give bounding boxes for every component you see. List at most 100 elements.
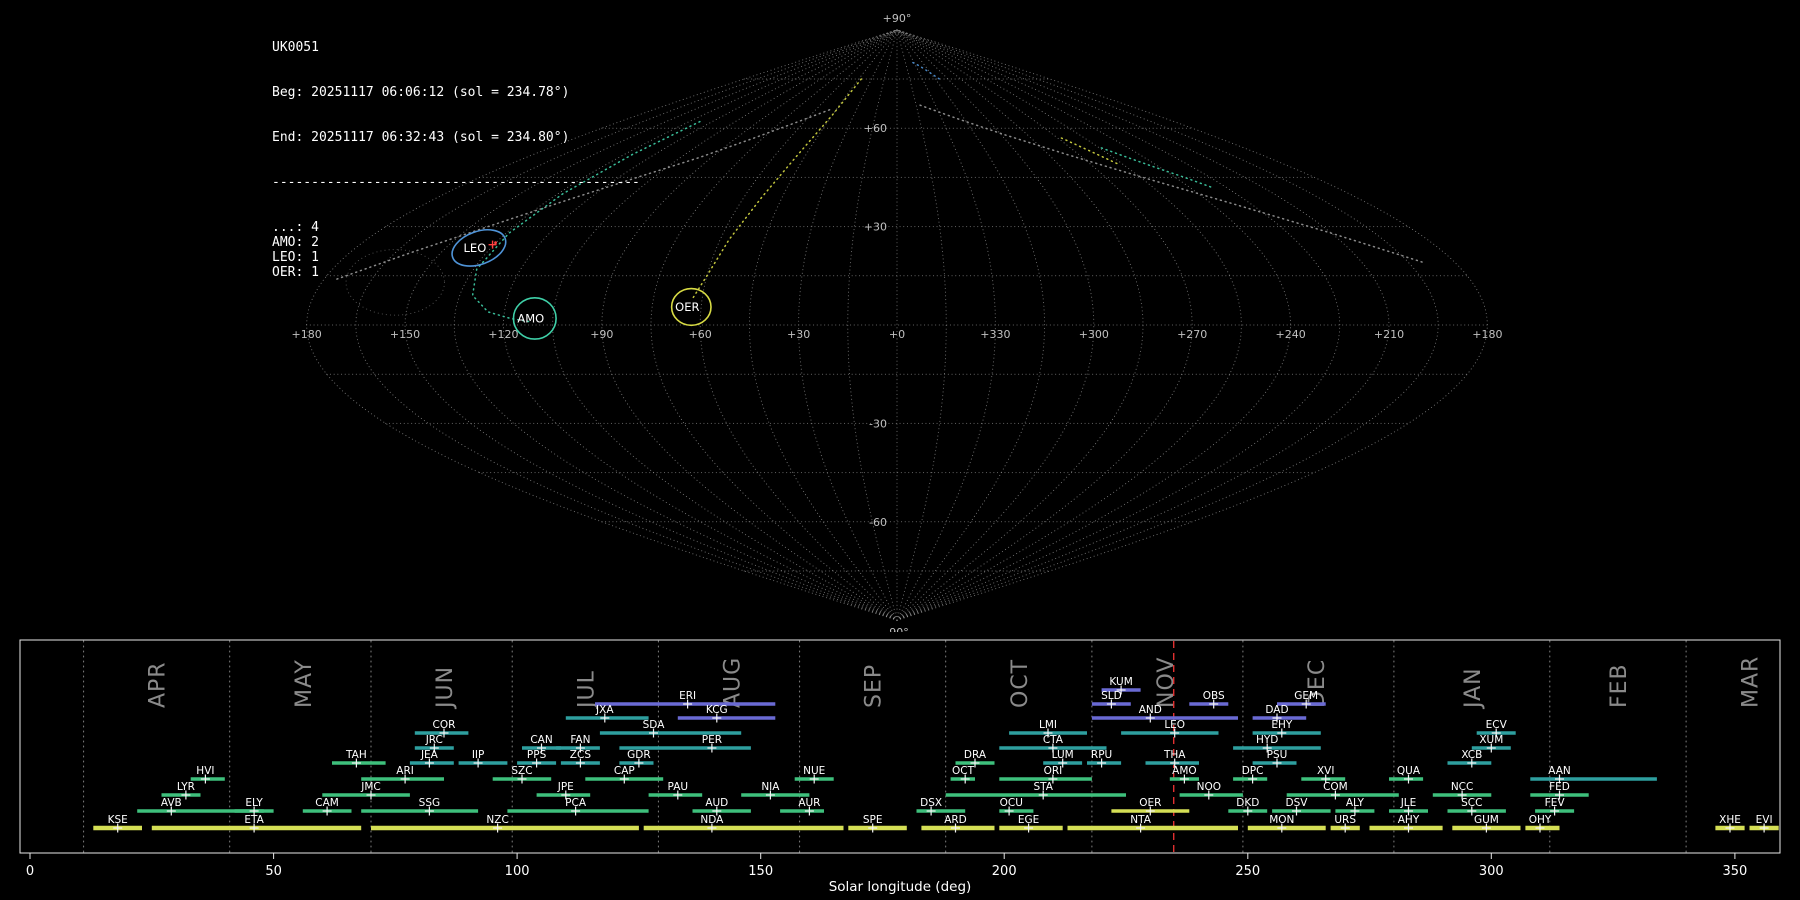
month-label-NOV: NOV [1154, 657, 1179, 708]
end-time: End: 20251117 06:32:43 (sol = 234.80°) [272, 130, 570, 145]
shower-label-CAP: CAP [614, 765, 635, 777]
month-label-OCT: OCT [1008, 659, 1033, 708]
shower-label-NUE: NUE [803, 765, 825, 777]
track-oer [691, 78, 863, 300]
shower-label-SSG: SSG [419, 797, 440, 809]
shower-label-DSX: DSX [920, 797, 942, 809]
shower-label-STA: STA [1033, 781, 1053, 793]
shower-label-DKD: DKD [1236, 797, 1259, 809]
shower-label-JRC: JRC [425, 734, 443, 746]
x-tick-label: 50 [265, 864, 282, 879]
shower-label-JPE: JPE [557, 781, 574, 793]
shower-label-SCC: SCC [1461, 797, 1482, 809]
shower-label-NOO: NOO [1197, 781, 1221, 793]
shower-label-OHY: OHY [1529, 814, 1552, 826]
shower-label-LMI: LMI [1039, 719, 1057, 731]
x-tick-label: 200 [992, 864, 1017, 879]
lon-tick-label: +180 [291, 328, 321, 341]
shower-label-AMO: AMO [1172, 765, 1197, 777]
shower-label-DAD: DAD [1265, 704, 1288, 716]
shower-label-GEM: GEM [1294, 690, 1318, 702]
shower-label-PER: PER [702, 734, 722, 746]
shower-label-NDA: NDA [700, 814, 724, 826]
shower-label-AVB: AVB [161, 797, 182, 809]
shower-label-JMC: JMC [360, 781, 381, 793]
lat-tick-label: -30 [869, 417, 887, 430]
shower-label-NTA: NTA [1130, 814, 1151, 826]
lat-tick-label: -60 [869, 516, 887, 529]
shower-label-TAH: TAH [345, 749, 367, 761]
timeline-frame [19, 639, 1781, 854]
shower-label-CTA: CTA [1043, 734, 1064, 746]
shower-label-JXA: JXA [595, 704, 614, 716]
shower-label-HYD: HYD [1256, 734, 1278, 746]
month-label-JAN: JAN [1461, 667, 1486, 710]
graticule-meridian [896, 29, 1488, 621]
shower-label-GUM: GUM [1474, 814, 1499, 826]
shower-label-OER: OER [1139, 797, 1161, 809]
shower-label-ALY: ALY [1346, 797, 1365, 809]
x-tick-label: 250 [1235, 864, 1260, 879]
count-line: ...: 4 [272, 220, 319, 235]
shower-label-SZC: SZC [511, 765, 532, 777]
shower-label-AND: AND [1139, 704, 1162, 716]
shower-label-FAN: FAN [570, 734, 590, 746]
shower-label-SPE: SPE [863, 814, 883, 826]
shower-label-HVI: HVI [196, 765, 214, 777]
shower-label-THA: THA [1163, 749, 1186, 761]
month-label-MAR: MAR [1738, 656, 1763, 708]
x-tick-label: 150 [748, 864, 773, 879]
lon-tick-label: +60 [689, 328, 712, 341]
begin-time: Beg: 20251117 06:06:12 (sol = 234.78°) [272, 85, 570, 100]
shower-label-XUM: XUM [1479, 734, 1503, 746]
lon-tick-label: +300 [1079, 328, 1109, 341]
shower-label-JEA: JEA [420, 749, 439, 761]
shower-label-DRA: DRA [964, 749, 987, 761]
lon-tick-label: +150 [390, 328, 420, 341]
shower-label-AUD: AUD [705, 797, 728, 809]
shower-label-URS: URS [1334, 814, 1356, 826]
graticule-meridian [896, 29, 1046, 621]
shower-label-OCT: OCT [952, 765, 975, 777]
shower-label-PPS: PPS [527, 749, 547, 761]
graticule-meridian [896, 29, 1341, 621]
shower-label-DPC: DPC [1242, 765, 1264, 777]
x-tick-label: 0 [26, 864, 34, 879]
shower-label-KCG: KCG [706, 704, 728, 716]
shower-label-CAN: CAN [530, 734, 552, 746]
shower-counts: ...: 4 AMO: 2 LEO: 1 OER: 1 [272, 220, 640, 280]
lat-tick-label: +30 [864, 221, 887, 234]
shower-label-PAU: PAU [668, 781, 689, 793]
shower-label-IIP: IIP [472, 749, 485, 761]
lon-tick-label: +180 [1472, 328, 1502, 341]
shower-label-DSV: DSV [1286, 797, 1309, 809]
lon-tick-label: +330 [980, 328, 1010, 341]
lat-tick-label: +60 [864, 122, 887, 135]
shower-label-COM: COM [1323, 781, 1348, 793]
shower-label-FEV: FEV [1545, 797, 1566, 809]
lon-tick-label: +120 [488, 328, 518, 341]
month-label-JUN: JUN [433, 666, 458, 710]
shower-label-OBS: OBS [1203, 690, 1225, 702]
lon-tick-label: +0 [889, 328, 905, 341]
info-block: UK0051 Beg: 20251117 06:06:12 (sol = 234… [272, 10, 640, 295]
shower-label-ERI: ERI [679, 690, 696, 702]
lon-tick-label: +90 [590, 328, 613, 341]
separator-line: ----------------------------------------… [272, 175, 640, 190]
shower-label-FED: FED [1549, 781, 1570, 793]
track-right-green [1100, 147, 1213, 188]
shower-label-JLE: JLE [1400, 797, 1417, 809]
month-label-FEB: FEB [1607, 663, 1632, 708]
shower-label-ETA: ETA [244, 814, 264, 826]
radiant-label-OER: OER [675, 300, 699, 314]
shower-label-ARI: ARI [396, 765, 414, 777]
radiant-sky-map: +180 +150 +120 +90 +60 +30 +0 +330 +300 +270 +240 +… [291, 12, 1502, 632]
graticule-meridian [748, 29, 898, 621]
shower-label-NIA: NIA [761, 781, 780, 793]
shower-label-XHE: XHE [1719, 814, 1741, 826]
shower-label-ELY: ELY [245, 797, 263, 809]
lon-tick-label: +240 [1275, 328, 1305, 341]
shower-label-ARD: ARD [944, 814, 967, 826]
shower-label-ZCS: ZCS [570, 749, 592, 761]
shower-label-MON: MON [1269, 814, 1294, 826]
